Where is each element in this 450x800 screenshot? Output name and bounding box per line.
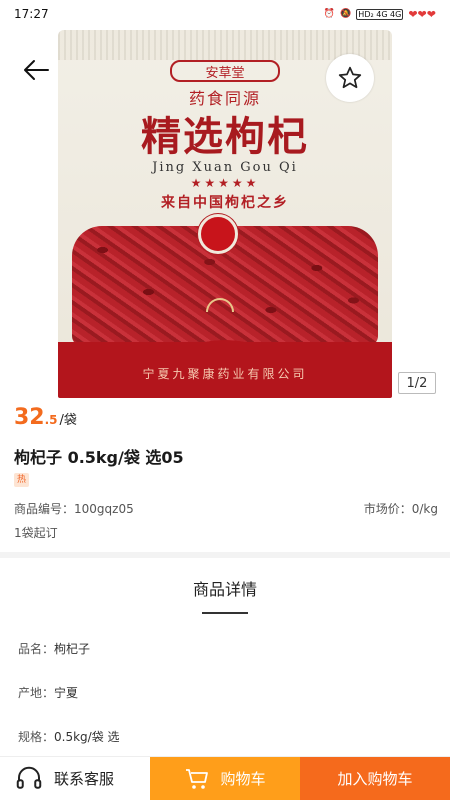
package-origin: 来自中国枸杞之乡 [161, 195, 289, 211]
back-button[interactable] [16, 50, 56, 90]
status-indicators: ⏰ 🔕 HD₂ 4G 4G ❤❤❤ [324, 8, 436, 21]
cart-icon [186, 768, 209, 789]
attribute-label: 品名： [18, 642, 55, 656]
package-title: 精选枸杞 [141, 114, 309, 160]
attribute-value: 宁夏 [54, 686, 79, 700]
cart-button[interactable]: 购物车 [150, 757, 300, 800]
attribute-label: 规格： [18, 730, 55, 744]
minimum-order: 1袋起订 [14, 526, 58, 540]
market-price: 市场价：0/kg [363, 502, 438, 516]
headset-icon [16, 766, 42, 789]
add-to-cart-label: 加入购物车 [337, 770, 413, 788]
status-time: 17:27 [14, 7, 49, 21]
product-title: 枸杞子 0.5kg/袋 选05 [14, 448, 184, 467]
product-meta-row: 商品编号：100gqz05 市场价：0/kg [14, 500, 438, 517]
network-indicators: HD₂ 4G 4G [356, 8, 404, 20]
cart-label: 购物车 [220, 770, 266, 788]
star-outline-icon [338, 66, 362, 89]
price-decimal: .5 [44, 413, 58, 427]
status-bar: 17:27 ⏰ 🔕 HD₂ 4G 4G ❤❤❤ [0, 0, 450, 28]
customer-service-button[interactable]: 联系客服 [0, 757, 150, 800]
attribute-origin: 产地：宁夏 [18, 684, 78, 701]
product-image-gallery[interactable]: 安草堂 药食同源 精选枸杞 Jing Xuan Gou Qi ★★★★★ 来自中… [0, 28, 450, 400]
customer-service-label: 联系客服 [54, 770, 115, 788]
price-unit: /袋 [59, 413, 77, 428]
battery-hearts: ❤❤❤ [408, 7, 436, 21]
bottom-action-bar: 联系客服 购物车 加入购物车 [0, 756, 450, 800]
package-emblem [198, 214, 238, 254]
attribute-name: 品名：枸杞子 [18, 640, 90, 657]
attribute-label: 产地： [18, 686, 55, 700]
add-to-cart-button[interactable]: 加入购物车 [300, 757, 450, 800]
attribute-value: 枸杞子 [54, 642, 91, 656]
price-integer: 32 [14, 405, 45, 430]
favorite-button[interactable] [326, 54, 374, 102]
alarm-icon: ⏰ [323, 9, 336, 19]
details-heading: 商品详情 [192, 580, 257, 599]
hot-tag: 热 [14, 473, 30, 487]
product-code: 商品编号：100gqz05 [14, 502, 134, 516]
attribute-spec: 规格：0.5kg/袋 选 [18, 728, 120, 745]
price: 32 .5 /袋 [14, 405, 77, 430]
gallery-page-indicator: 1/2 [398, 372, 436, 394]
package-stars: ★★★★★ [190, 176, 260, 190]
package-pinyin: Jing Xuan Gou Qi [152, 160, 298, 175]
brand-seal: 安草堂 [170, 60, 280, 82]
details-underline [202, 612, 248, 614]
section-divider [0, 552, 450, 558]
mute-icon: 🔕 [340, 9, 352, 19]
attribute-value: 0.5kg/袋 选 [54, 730, 120, 744]
arrow-left-icon [24, 60, 49, 80]
package-company: 宁夏九聚康药业有限公司 [142, 367, 308, 381]
